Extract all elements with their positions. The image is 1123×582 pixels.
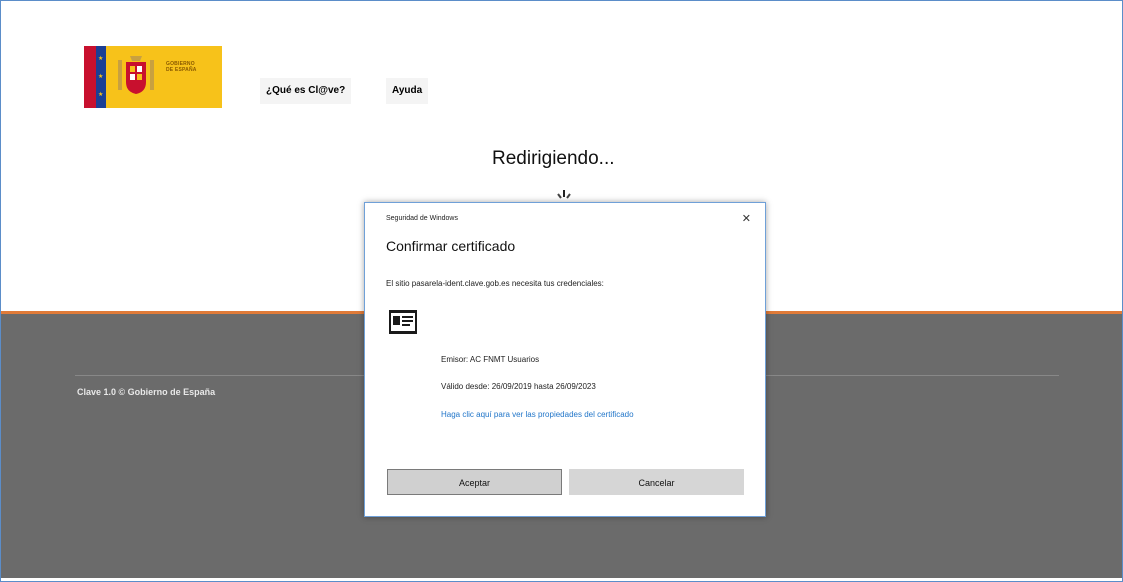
footer-copyright: Clave 1.0 © Gobierno de España <box>77 387 216 397</box>
logo-star-icon: ★ <box>98 92 104 98</box>
dialog-title: Confirmar certificado <box>386 238 516 254</box>
certificate-validity: Válido desde: 26/09/2019 hasta 26/09/202… <box>441 382 596 391</box>
logo-text: GOBIERNO DE ESPAÑA <box>166 61 197 73</box>
logo-star-icon: ★ <box>98 56 104 62</box>
browser-page: ★ ★ ★ GOBIERNO DE ESPAÑA ¿Qué es Cl@ve? … <box>0 0 1123 582</box>
gobierno-logo[interactable]: ★ ★ ★ GOBIERNO DE ESPAÑA <box>84 46 222 108</box>
coat-of-arms-icon <box>118 56 154 94</box>
cancel-button[interactable]: Cancelar <box>569 469 744 495</box>
close-icon[interactable]: ✕ <box>742 212 751 225</box>
redirecting-text: Redirigiendo... <box>492 148 615 169</box>
logo-red-stripe <box>84 46 96 108</box>
windows-security-dialog: Seguridad de Windows ✕ Confirmar certifi… <box>364 202 766 517</box>
certificate-card-icon <box>389 310 417 334</box>
accept-button[interactable]: Aceptar <box>387 469 562 495</box>
logo-star-icon: ★ <box>98 74 104 80</box>
nav-que-es-clave[interactable]: ¿Qué es Cl@ve? <box>260 78 352 104</box>
nav-ayuda[interactable]: Ayuda <box>386 78 429 104</box>
certificate-issuer: Emisor: AC FNMT Usuarios <box>441 355 540 364</box>
certificate-properties-link[interactable]: Haga clic aquí para ver las propiedades … <box>441 409 701 421</box>
bottom-strip <box>1 578 1122 581</box>
dialog-message: El sitio pasarela-ident.clave.gob.es nec… <box>386 279 604 288</box>
dialog-caption: Seguridad de Windows <box>386 215 458 222</box>
